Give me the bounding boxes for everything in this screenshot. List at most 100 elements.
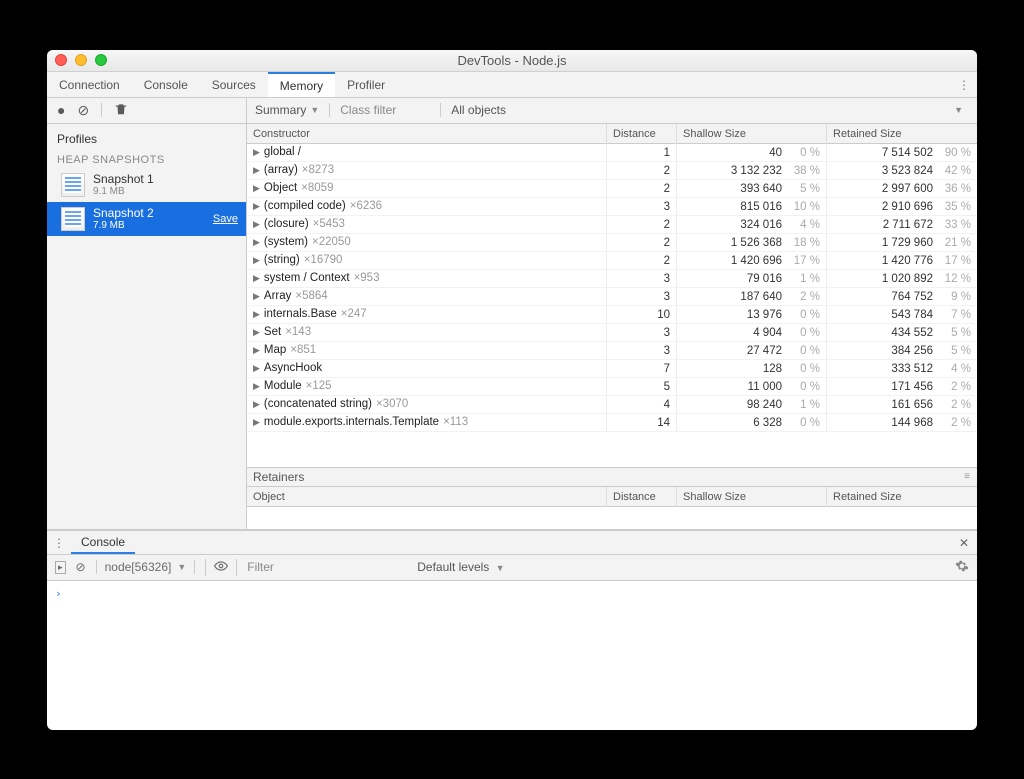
- disclosure-triangle-icon[interactable]: ▶: [253, 396, 260, 413]
- execution-play-icon[interactable]: ▸: [55, 561, 66, 574]
- snapshot-icon: [61, 173, 85, 197]
- close-icon[interactable]: ✕: [951, 531, 977, 554]
- disclosure-triangle-icon[interactable]: ▶: [253, 414, 260, 431]
- cell-shallow: 11 0000 %: [677, 378, 827, 395]
- instance-count: ×851: [290, 342, 316, 359]
- menu-icon[interactable]: ≡: [964, 467, 971, 487]
- table-row[interactable]: ▶ module.exports.internals.Template ×113…: [247, 414, 977, 432]
- disclosure-triangle-icon[interactable]: ▶: [253, 324, 260, 341]
- save-link[interactable]: Save: [213, 213, 238, 225]
- window-title: DevTools - Node.js: [47, 53, 977, 68]
- cell-shallow: 98 2401 %: [677, 396, 827, 413]
- table-row[interactable]: ▶ Map ×851327 4720 %384 2565 %: [247, 342, 977, 360]
- instance-count: ×5453: [313, 216, 345, 233]
- col-distance[interactable]: Distance: [607, 124, 677, 144]
- clear-icon[interactable]: ⊘: [76, 560, 86, 574]
- table-row[interactable]: ▶ (concatenated string) ×3070498 2401 %1…: [247, 396, 977, 414]
- col-shallow[interactable]: Shallow Size: [677, 124, 827, 144]
- disclosure-triangle-icon[interactable]: ▶: [253, 216, 260, 233]
- cell-shallow: 3 132 23238 %: [677, 162, 827, 179]
- console-toolbar: ▸ ⊘ node[56326] ▼ Default levels ▼: [47, 555, 977, 581]
- col-retained[interactable]: Retained Size: [827, 124, 977, 144]
- chevron-down-icon: ▼: [496, 563, 505, 573]
- constructor-name: AsyncHook: [264, 360, 322, 377]
- tab-memory[interactable]: Memory: [268, 72, 335, 97]
- constructor-name: Array: [264, 288, 291, 305]
- col-retained[interactable]: Retained Size: [827, 487, 977, 507]
- instance-count: ×16790: [304, 252, 343, 269]
- devtools-window: DevTools - Node.js Connection Console So…: [47, 50, 977, 730]
- view-select[interactable]: Summary ▼: [255, 103, 319, 117]
- col-shallow[interactable]: Shallow Size: [677, 487, 827, 507]
- console-body[interactable]: ›: [47, 581, 977, 730]
- constructor-name: (compiled code): [264, 198, 346, 215]
- cell-distance: 7: [607, 360, 677, 377]
- table-row[interactable]: ▶ (closure) ×54532324 0164 %2 711 67233 …: [247, 216, 977, 234]
- cell-retained: 333 5124 %: [827, 360, 977, 377]
- disclosure-triangle-icon[interactable]: ▶: [253, 378, 260, 395]
- disclosure-triangle-icon[interactable]: ▶: [253, 144, 260, 161]
- disclosure-triangle-icon[interactable]: ▶: [253, 360, 260, 377]
- cell-shallow: 815 01610 %: [677, 198, 827, 215]
- col-distance[interactable]: Distance: [607, 487, 677, 507]
- gear-icon[interactable]: [955, 559, 969, 576]
- instance-count: ×8059: [301, 180, 333, 197]
- constructor-name: (concatenated string): [264, 396, 372, 413]
- tab-sources[interactable]: Sources: [200, 72, 268, 97]
- object-scope-select[interactable]: All objects ▼: [440, 103, 969, 117]
- snapshot-size: 9.1 MB: [93, 186, 154, 198]
- levels-select[interactable]: Default levels ▼: [417, 560, 504, 574]
- constructor-name: Map: [264, 342, 286, 359]
- snapshot-item[interactable]: Snapshot 2 7.9 MB Save: [47, 202, 246, 236]
- disclosure-triangle-icon[interactable]: ▶: [253, 198, 260, 215]
- record-icon[interactable]: ●: [57, 102, 65, 118]
- instance-count: ×5864: [295, 288, 327, 305]
- context-select[interactable]: node[56326] ▼: [96, 560, 196, 574]
- table-row[interactable]: ▶ Object ×80592393 6405 %2 997 60036 %: [247, 180, 977, 198]
- snapshot-item[interactable]: Snapshot 1 9.1 MB: [47, 168, 246, 202]
- chevron-down-icon: ▼: [954, 105, 963, 115]
- tab-profiler[interactable]: Profiler: [335, 72, 397, 97]
- disclosure-triangle-icon[interactable]: ▶: [253, 270, 260, 287]
- tab-console[interactable]: Console: [132, 72, 200, 97]
- instance-count: ×6236: [350, 198, 382, 215]
- drawer-tab-console[interactable]: Console: [71, 531, 135, 554]
- disclosure-triangle-icon[interactable]: ▶: [253, 234, 260, 251]
- table-row[interactable]: ▶ system / Context ×953379 0161 %1 020 8…: [247, 270, 977, 288]
- constructor-name: internals.Base: [264, 306, 337, 323]
- kebab-icon[interactable]: ⋮: [47, 531, 71, 554]
- table-row[interactable]: ▶ Module ×125511 0000 %171 4562 %: [247, 378, 977, 396]
- titlebar: DevTools - Node.js: [47, 50, 977, 72]
- table-row[interactable]: ▶ (string) ×1679021 420 69617 %1 420 776…: [247, 252, 977, 270]
- chevron-down-icon: ▼: [177, 562, 186, 572]
- disclosure-triangle-icon[interactable]: ▶: [253, 180, 260, 197]
- instance-count: ×8273: [302, 162, 334, 179]
- table-row[interactable]: ▶ internals.Base ×2471013 9760 %543 7847…: [247, 306, 977, 324]
- class-filter-input[interactable]: [340, 103, 430, 117]
- tab-connection[interactable]: Connection: [47, 72, 132, 97]
- table-row[interactable]: ▶ global /1400 %7 514 50290 %: [247, 144, 977, 162]
- console-filter-input[interactable]: [247, 560, 407, 574]
- drawer-tabs: ⋮ Console ✕: [47, 531, 977, 555]
- disclosure-triangle-icon[interactable]: ▶: [253, 162, 260, 179]
- table-row[interactable]: ▶ Set ×14334 9040 %434 5525 %: [247, 324, 977, 342]
- disclosure-triangle-icon[interactable]: ▶: [253, 288, 260, 305]
- cell-distance: 4: [607, 396, 677, 413]
- col-constructor[interactable]: Constructor: [247, 124, 607, 144]
- disclosure-triangle-icon[interactable]: ▶: [253, 252, 260, 269]
- table-row[interactable]: ▶ (system) ×2205021 526 36818 %1 729 960…: [247, 234, 977, 252]
- disclosure-triangle-icon[interactable]: ▶: [253, 306, 260, 323]
- table-row[interactable]: ▶ (compiled code) ×62363815 01610 %2 910…: [247, 198, 977, 216]
- table-row[interactable]: ▶ Array ×58643187 6402 %764 7529 %: [247, 288, 977, 306]
- table-row[interactable]: ▶ AsyncHook71280 %333 5124 %: [247, 360, 977, 378]
- trash-icon[interactable]: [114, 102, 128, 119]
- retainers-header[interactable]: Retainers ≡: [247, 467, 977, 487]
- kebab-icon[interactable]: ⋮: [951, 72, 977, 97]
- disclosure-triangle-icon[interactable]: ▶: [253, 342, 260, 359]
- eye-icon[interactable]: [205, 559, 237, 576]
- instance-count: ×113: [443, 414, 468, 431]
- table-row[interactable]: ▶ (array) ×827323 132 23238 %3 523 82442…: [247, 162, 977, 180]
- profiles-toolbar: ● ⊘: [47, 98, 246, 124]
- clear-icon[interactable]: ⊘: [77, 102, 89, 119]
- col-object[interactable]: Object: [247, 487, 607, 507]
